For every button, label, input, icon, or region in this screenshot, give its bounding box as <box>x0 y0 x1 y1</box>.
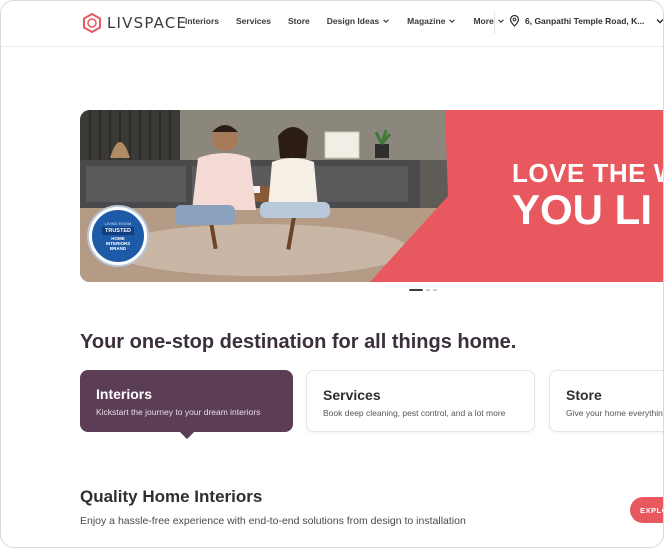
card-description: Give your home everything <box>566 408 664 418</box>
nav-label: Magazine <box>407 16 446 26</box>
page-frame: LIVSPACE Interiors Services Store Design… <box>0 0 664 548</box>
card-title: Interiors <box>96 386 153 402</box>
section-title: Quality Home Interiors <box>80 487 263 506</box>
hero-banner[interactable]: LOVE THE W YOU LI LIVING ROOM TRUSTED HO… <box>80 110 664 282</box>
livspace-logo-icon <box>83 13 101 33</box>
chevron-down-icon <box>449 19 456 23</box>
nav-label: More <box>473 16 494 26</box>
category-card-services[interactable]: Services Book deep cleaning, pest contro… <box>306 370 535 432</box>
carousel-indicators <box>409 289 437 291</box>
badge-sub-text-3: BRAND <box>109 246 127 251</box>
carousel-dot-active[interactable] <box>409 289 423 291</box>
card-title: Store <box>566 387 602 403</box>
nav-label: Design Ideas <box>326 16 380 26</box>
carousel-dot[interactable] <box>433 289 437 291</box>
nav-item-store[interactable]: Store <box>288 16 310 26</box>
section-description: Enjoy a hassle-free experience with end-… <box>80 515 466 527</box>
carousel-dot[interactable] <box>426 289 430 291</box>
nav-item-design-ideas[interactable]: Design Ideas <box>327 16 390 26</box>
chevron-down-icon <box>656 19 663 24</box>
banner-headline-line2: YOU LI <box>512 186 653 233</box>
header-divider <box>494 12 495 34</box>
logo[interactable]: LIVSPACE <box>81 11 187 35</box>
badge-main-text: TRUSTED <box>102 227 134 235</box>
nav-item-services[interactable]: Services <box>236 16 271 26</box>
location-selector[interactable]: 6, Ganpathi Temple Road, K... <box>509 15 663 27</box>
nav-item-more[interactable]: More <box>473 16 504 26</box>
nav-label: Store <box>288 16 310 26</box>
trusted-brand-badge: LIVING ROOM TRUSTED HOME INTERIORS BRAND <box>89 207 147 265</box>
card-description: Book deep cleaning, pest control, and a … <box>323 408 506 418</box>
location-pin-icon <box>509 15 520 27</box>
banner-headline-line1: LOVE THE W <box>512 158 664 188</box>
badge-top-text: LIVING ROOM <box>104 221 132 226</box>
nav-item-magazine[interactable]: Magazine <box>407 16 456 26</box>
location-text: 6, Ganpathi Temple Road, K... <box>525 16 645 26</box>
main-nav: Interiors Services Store Design Ideas Ma… <box>185 16 505 26</box>
card-description: Kickstart the journey to your dream inte… <box>96 407 261 417</box>
page-headline: Your one-stop destination for all things… <box>80 331 517 353</box>
chevron-down-icon <box>497 19 504 23</box>
card-title: Services <box>323 387 381 403</box>
nav-label: Services <box>236 16 271 26</box>
chevron-down-icon <box>383 19 389 23</box>
explore-button[interactable]: EXPLO <box>630 497 663 523</box>
logo-text: LIVSPACE <box>107 14 188 32</box>
nav-item-interiors[interactable]: Interiors <box>185 16 219 26</box>
category-card-interiors[interactable]: Interiors Kickstart the journey to your … <box>80 370 293 432</box>
nav-label: Interiors <box>185 16 220 26</box>
category-card-store[interactable]: Store Give your home everything <box>549 370 664 432</box>
site-header: LIVSPACE Interiors Services Store Design… <box>1 1 663 47</box>
